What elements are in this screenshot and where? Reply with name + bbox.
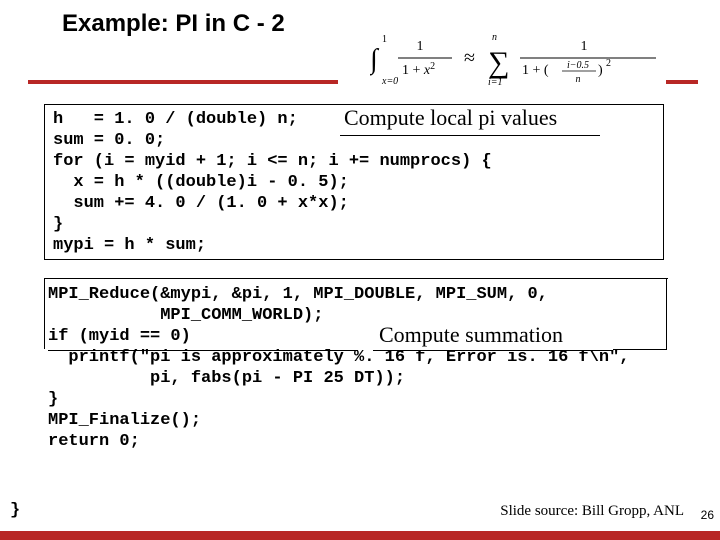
svg-text:1: 1 — [417, 39, 424, 54]
annotation-2: Compute summation — [379, 322, 563, 348]
bottom-stripe — [0, 531, 720, 540]
svg-text:i−0.5: i−0.5 — [567, 60, 589, 71]
closing-brace: } — [10, 501, 20, 520]
svg-text:≈: ≈ — [464, 47, 475, 69]
svg-text:n: n — [576, 74, 581, 85]
svg-text:1 + x2: 1 + x2 — [402, 61, 435, 78]
svg-text:x=0: x=0 — [381, 76, 398, 87]
slide-source: Slide source: Bill Gropp, ANL — [500, 503, 684, 520]
svg-text:1: 1 — [581, 39, 588, 54]
rule-left — [28, 80, 338, 84]
svg-text:2: 2 — [606, 58, 611, 69]
svg-text:∑: ∑ — [488, 46, 509, 79]
annotation-1-box: Compute local pi values — [340, 105, 600, 136]
rule-right — [666, 80, 698, 84]
svg-text:n: n — [492, 32, 497, 43]
page-number: 26 — [701, 508, 714, 522]
integral-sum-formula: ∫ 1 x=0 1 1 + x2 ≈ ∑ n i=1 1 1 + ( i−0.5… — [370, 28, 670, 88]
code-block-2-text: MPI_Reduce(&mypi, &pi, 1, MPI_DOUBLE, MP… — [48, 284, 710, 452]
svg-text:i=1: i=1 — [488, 77, 503, 88]
slide-title: Example: PI in C - 2 — [62, 10, 285, 38]
svg-text:1 + (: 1 + ( — [522, 63, 549, 78]
svg-text:): ) — [598, 63, 603, 78]
code-block-2: MPI_Reduce(&mypi, &pi, 1, MPI_DOUBLE, MP… — [44, 280, 714, 490]
code2-border-top — [44, 278, 668, 279]
annotation-2-box: Compute summation — [373, 322, 613, 351]
svg-text:∫: ∫ — [370, 44, 380, 76]
svg-text:1: 1 — [382, 34, 387, 45]
annotation-1: Compute local pi values — [344, 105, 557, 131]
